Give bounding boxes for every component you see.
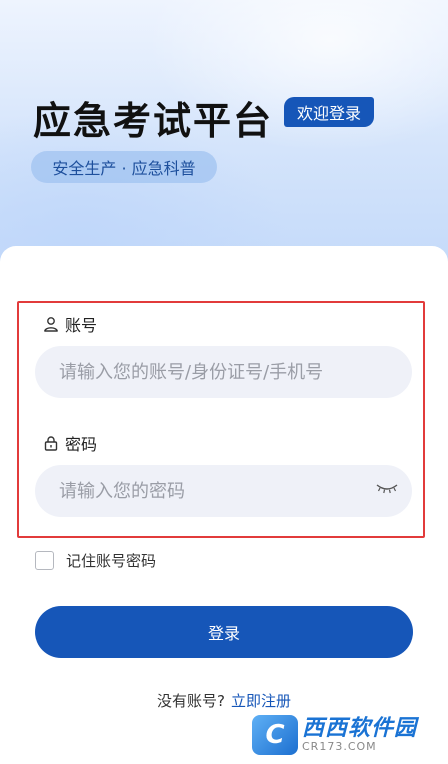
eye-closed-icon[interactable] <box>376 482 398 496</box>
user-icon <box>44 317 58 332</box>
account-input[interactable] <box>35 346 412 398</box>
subtitle-pill: 安全生产 · 应急科普 <box>31 151 217 183</box>
welcome-badge: 欢迎登录 <box>284 97 374 127</box>
lock-icon <box>44 436 58 451</box>
register-row: 没有账号? 立即注册 <box>0 688 448 712</box>
account-label-row: 账号 <box>43 313 97 335</box>
app-title: 应急考试平台 <box>33 99 274 143</box>
password-label: 密码 <box>65 435 98 454</box>
remember-checkbox[interactable] <box>35 550 54 570</box>
watermark: C 西西软件园 CR173.COM <box>252 712 432 758</box>
register-link[interactable]: 立即注册 <box>231 690 291 711</box>
login-button[interactable]: 登录 <box>35 606 413 658</box>
remember-row: 记住账号密码 <box>35 549 156 571</box>
watermark-logo-icon: C <box>252 715 298 755</box>
no-account-text: 没有账号? <box>157 691 225 710</box>
watermark-brand: 西西软件园 <box>302 715 418 741</box>
remember-label[interactable]: 记住账号密码 <box>66 550 156 571</box>
password-label-row: 密码 <box>43 432 97 454</box>
password-input[interactable] <box>35 465 412 517</box>
account-label: 账号 <box>65 316 98 335</box>
watermark-domain: CR173.COM <box>302 740 377 754</box>
